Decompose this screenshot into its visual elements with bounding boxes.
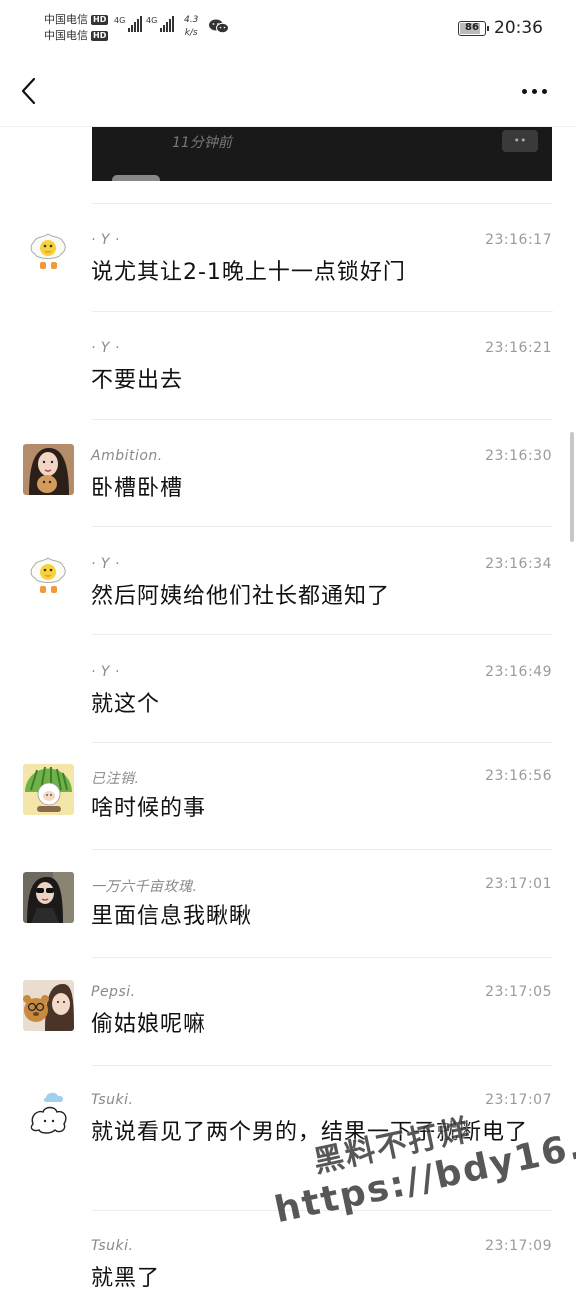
message-item[interactable]: · Y · 23:16:21 不要出去 <box>0 336 576 443</box>
avatar[interactable] <box>23 444 74 495</box>
divider <box>92 203 553 204</box>
message-text: 说尤其让2-1晚上十一点锁好门 <box>91 260 406 285</box>
girl-with-bear-avatar-icon <box>23 980 74 1031</box>
message-time: 23:17:07 <box>485 1092 552 1108</box>
message-text: 就黑了 <box>91 1266 161 1291</box>
message-time: 23:16:56 <box>485 768 552 784</box>
message-time: 23:17:05 <box>485 984 552 1000</box>
sender-name[interactable]: · Y · <box>91 340 120 356</box>
sender-name[interactable]: · Y · <box>91 232 120 248</box>
girl-sunglasses-avatar-icon <box>23 872 74 923</box>
avatar[interactable] <box>23 872 74 923</box>
message-time: 23:17:01 <box>485 876 552 892</box>
divider <box>92 1065 553 1066</box>
sender-name[interactable]: Ambition. <box>91 448 163 464</box>
more-dots-icon <box>522 88 527 94</box>
sender-name[interactable]: · Y · <box>91 664 120 680</box>
message-text: 就这个 <box>91 692 161 717</box>
message-time: 23:16:34 <box>485 556 552 572</box>
embedded-card[interactable]: 11分钟前 •• <box>92 127 552 181</box>
divider <box>92 849 553 850</box>
message-item[interactable]: Ambition. 23:16:30 卧槽卧槽 <box>0 444 576 551</box>
card-time: 11分钟前 <box>172 135 232 151</box>
card-options-button[interactable]: •• <box>502 130 538 152</box>
message-item[interactable]: Tsuki. 23:17:07 就说看见了两个男的，结果一下子就断电了 <box>0 1088 576 1210</box>
message-time: 23:16:17 <box>485 232 552 248</box>
hd-badge: HD <box>91 31 109 41</box>
scrollbar[interactable] <box>570 432 574 542</box>
status-bar: 中国电信 HD 中国电信 HD 4G 4G 4.3 k/s 86 20:36 <box>0 0 576 56</box>
message-text: 就说看见了两个男的，结果一下子就断电了 <box>91 1120 529 1145</box>
signal-icon: 4G <box>146 16 175 32</box>
girl-with-dog-avatar-icon <box>23 444 74 495</box>
battery-icon: 86 <box>458 21 489 36</box>
carrier-1: 中国电信 <box>44 13 88 26</box>
sender-name[interactable]: Pepsi. <box>91 984 136 1000</box>
divider <box>92 526 553 527</box>
message-text: 啥时候的事 <box>91 796 207 821</box>
message-item[interactable]: 一万六千亩玫瑰. 23:17:01 里面信息我瞅瞅 <box>0 872 576 979</box>
egg-duck-avatar-icon <box>23 552 74 603</box>
message-item[interactable]: · Y · 23:16:17 说尤其让2-1晚上十一点锁好门 <box>0 228 576 335</box>
message-time: 23:16:49 <box>485 664 552 680</box>
message-time: 23:16:21 <box>485 340 552 356</box>
avatar[interactable] <box>23 980 74 1031</box>
message-item[interactable]: · Y · 23:16:34 然后阿姨给他们社长都通知了 <box>0 552 576 659</box>
more-button[interactable] <box>522 84 554 98</box>
message-item[interactable]: 已注销. 23:16:56 啥时候的事 <box>0 764 576 871</box>
message-item[interactable]: · Y · 23:16:49 就这个 <box>0 660 576 767</box>
message-text: 然后阿姨给他们社长都通知了 <box>91 584 391 609</box>
avatar[interactable] <box>23 1088 74 1139</box>
message-text: 不要出去 <box>91 368 184 393</box>
avatar[interactable] <box>23 552 74 603</box>
sender-name[interactable]: 已注销. <box>91 768 139 788</box>
divider <box>92 1210 553 1211</box>
divider <box>92 419 553 420</box>
divider <box>92 311 553 312</box>
message-time: 23:16:30 <box>485 448 552 464</box>
message-item[interactable]: Tsuki. 23:17:09 就黑了 <box>0 1234 576 1291</box>
message-time: 23:17:09 <box>485 1238 552 1254</box>
watermelon-sheep-avatar-icon <box>23 764 74 815</box>
carrier-info: 中国电信 HD 中国电信 HD <box>44 12 109 44</box>
back-button[interactable] <box>14 74 46 108</box>
avatar[interactable] <box>23 764 74 815</box>
sender-name[interactable]: Tsuki. <box>91 1238 134 1254</box>
message-text: 里面信息我瞅瞅 <box>91 904 253 929</box>
cloud-doodle-avatar-icon <box>23 1088 74 1139</box>
sender-name[interactable]: 一万六千亩玫瑰. <box>91 876 197 896</box>
divider <box>92 634 553 635</box>
divider <box>92 742 553 743</box>
hd-badge: HD <box>91 15 109 25</box>
status-time: 20:36 <box>494 18 543 38</box>
divider <box>92 957 553 958</box>
chevron-left-icon <box>21 77 36 105</box>
message-text: 卧槽卧槽 <box>91 476 184 501</box>
sender-name[interactable]: · Y · <box>91 556 120 572</box>
egg-duck-avatar-icon <box>23 228 74 279</box>
message-text: 偷姑娘呢嘛 <box>91 1012 207 1037</box>
avatar[interactable] <box>23 228 74 279</box>
network-speed: 4.3 k/s <box>184 15 199 38</box>
carrier-2: 中国电信 <box>44 29 88 42</box>
nav-bar <box>0 56 576 127</box>
message-item[interactable]: Pepsi. 23:17:05 偷姑娘呢嘛 <box>0 980 576 1087</box>
battery-level: 86 <box>465 22 479 33</box>
sender-name[interactable]: Tsuki. <box>91 1092 134 1108</box>
wechat-icon <box>209 19 229 34</box>
signal-icon: 4G <box>114 16 143 32</box>
